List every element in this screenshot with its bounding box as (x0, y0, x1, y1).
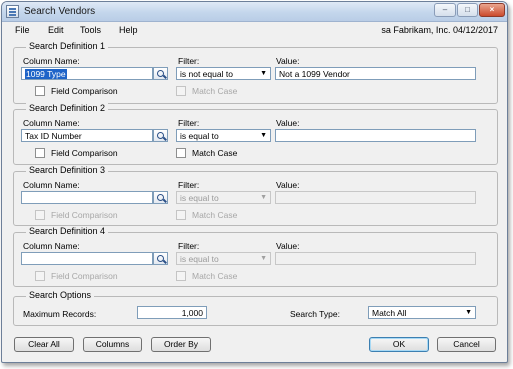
column-name-label: Column Name: (23, 118, 80, 128)
title-bar[interactable]: Search Vendors – □ × (2, 2, 507, 22)
value-label: Value: (276, 118, 300, 128)
search-definition-4: Search Definition 4 Column Name: Filter:… (13, 226, 498, 287)
field-comparison-checkbox[interactable] (35, 148, 45, 158)
user-company-date: sa Fabrikam, Inc. 04/12/2017 (381, 25, 498, 35)
columns-button[interactable]: Columns (83, 337, 142, 352)
value-field[interactable] (275, 252, 476, 265)
value-text: Not a 1099 Vendor (279, 69, 350, 79)
search-definition-2: Search Definition 2 Column Name: Filter:… (13, 103, 498, 165)
maximum-records-value: 1,000 (181, 308, 203, 318)
column-lookup-button[interactable] (153, 191, 168, 204)
filter-select[interactable]: is equal to ▼ (176, 191, 271, 204)
value-field[interactable]: Not a 1099 Vendor (275, 67, 476, 80)
search-definition-3: Search Definition 3 Column Name: Filter:… (13, 165, 498, 226)
filter-label: Filter: (178, 241, 200, 251)
match-case-checkbox[interactable] (176, 210, 186, 220)
filter-label: Filter: (178, 180, 200, 190)
menu-help[interactable]: Help (119, 25, 138, 35)
filter-label: Filter: (178, 118, 200, 128)
chevron-down-icon: ▼ (260, 132, 267, 139)
field-comparison-label: Field Comparison (51, 148, 118, 158)
filter-value: is equal to (180, 254, 219, 264)
column-lookup-button[interactable] (153, 129, 168, 142)
field-comparison-label: Field Comparison (51, 86, 118, 96)
filter-value: is equal to (180, 193, 219, 203)
value-label: Value: (276, 56, 300, 66)
group-title: Search Options (26, 290, 95, 300)
maximum-records-label: Maximum Records: (23, 309, 97, 319)
filter-label: Filter: (178, 56, 200, 66)
group-title: Search Definition 4 (26, 226, 109, 236)
value-field[interactable] (275, 191, 476, 204)
group-title: Search Definition 1 (26, 41, 109, 51)
column-name-label: Column Name: (23, 56, 80, 66)
match-case-label: Match Case (192, 148, 238, 158)
maximum-records-field[interactable]: 1,000 (137, 306, 207, 319)
column-name-label: Column Name: (23, 180, 80, 190)
menu-tools[interactable]: Tools (80, 25, 101, 35)
ok-button[interactable]: OK (369, 337, 429, 352)
order-by-button[interactable]: Order By (151, 337, 211, 352)
chevron-down-icon: ▼ (260, 70, 267, 77)
column-name-field[interactable] (21, 252, 153, 265)
column-name-field[interactable] (21, 191, 153, 204)
search-definition-1: Search Definition 1 Column Name: Filter:… (13, 41, 498, 104)
menu-bar: File Edit Tools Help sa Fabrikam, Inc. 0… (2, 22, 507, 39)
match-case-label: Match Case (192, 210, 238, 220)
chevron-down-icon: ▼ (260, 194, 267, 201)
column-name-field[interactable]: Tax ID Number (21, 129, 153, 142)
column-name-value: Tax ID Number (25, 131, 82, 141)
menu-edit[interactable]: Edit (48, 25, 64, 35)
field-comparison-checkbox[interactable] (35, 210, 45, 220)
column-name-value: 1099 Type (25, 69, 67, 79)
value-label: Value: (276, 241, 300, 251)
filter-select[interactable]: is equal to ▼ (176, 252, 271, 265)
match-case-checkbox[interactable] (176, 86, 186, 96)
match-case-label: Match Case (192, 86, 238, 96)
app-icon (6, 5, 19, 18)
minimize-button[interactable]: – (434, 3, 456, 17)
close-button[interactable]: × (479, 3, 505, 17)
chevron-down-icon: ▼ (465, 309, 472, 316)
window-title: Search Vendors (24, 6, 96, 17)
filter-value: is equal to (180, 131, 219, 141)
column-lookup-button[interactable] (153, 252, 168, 265)
cancel-button[interactable]: Cancel (437, 337, 496, 352)
match-case-checkbox[interactable] (176, 271, 186, 281)
column-name-field[interactable]: 1099 Type (21, 67, 153, 80)
chevron-down-icon: ▼ (260, 255, 267, 262)
search-type-label: Search Type: (290, 309, 340, 319)
maximize-button[interactable]: □ (457, 3, 478, 17)
column-name-label: Column Name: (23, 241, 80, 251)
filter-value: is not equal to (180, 69, 233, 79)
match-case-checkbox[interactable] (176, 148, 186, 158)
match-case-label: Match Case (192, 271, 238, 281)
search-type-value: Match All (372, 308, 407, 318)
value-label: Value: (276, 180, 300, 190)
field-comparison-checkbox[interactable] (35, 86, 45, 96)
filter-select[interactable]: is not equal to ▼ (176, 67, 271, 80)
search-options: Search Options Maximum Records: 1,000 Se… (13, 290, 498, 326)
search-vendors-window: Search Vendors – □ × File Edit Tools Hel… (1, 1, 508, 363)
menu-file[interactable]: File (15, 25, 30, 35)
group-title: Search Definition 2 (26, 103, 109, 113)
clear-all-button[interactable]: Clear All (14, 337, 74, 352)
search-type-select[interactable]: Match All ▼ (368, 306, 476, 319)
value-field[interactable] (275, 129, 476, 142)
field-comparison-label: Field Comparison (51, 271, 118, 281)
group-title: Search Definition 3 (26, 165, 109, 175)
field-comparison-label: Field Comparison (51, 210, 118, 220)
filter-select[interactable]: is equal to ▼ (176, 129, 271, 142)
field-comparison-checkbox[interactable] (35, 271, 45, 281)
column-lookup-button[interactable] (153, 67, 168, 80)
